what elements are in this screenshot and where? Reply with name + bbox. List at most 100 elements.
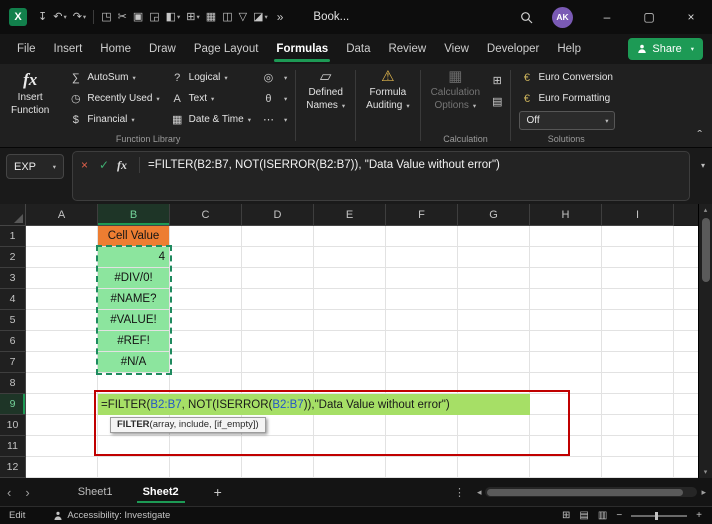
cell-e12[interactable] xyxy=(314,457,386,478)
solutions-dropdown[interactable]: Off ▾ xyxy=(519,111,615,130)
cell-a11[interactable] xyxy=(26,436,98,457)
select-all-corner[interactable] xyxy=(0,204,26,226)
cell-d8[interactable] xyxy=(242,373,314,394)
row-header-11[interactable]: 11 xyxy=(0,436,26,457)
cell-a7[interactable] xyxy=(26,352,98,373)
share-button[interactable]: Share ▾ xyxy=(628,38,703,60)
cell-i9[interactable] xyxy=(602,394,674,415)
cell-g6[interactable] xyxy=(458,331,530,352)
text-button[interactable]: AText▾ xyxy=(165,88,256,109)
financial-button[interactable]: $Financial▾ xyxy=(63,109,164,130)
cell-g11[interactable] xyxy=(458,436,530,457)
formula-bar-expand-icon[interactable]: ▾ xyxy=(701,161,705,170)
redo-button[interactable]: ↷▾ xyxy=(70,5,89,29)
cell-h11[interactable] xyxy=(530,436,602,457)
tab-formulas[interactable]: Formulas xyxy=(267,34,337,64)
cell-d1[interactable] xyxy=(242,226,314,247)
cell-b8[interactable] xyxy=(98,373,170,394)
cell-e5[interactable] xyxy=(314,310,386,331)
tab-page-layout[interactable]: Page Layout xyxy=(185,34,268,64)
close-button[interactable]: × xyxy=(670,0,712,34)
cell-h6[interactable] xyxy=(530,331,602,352)
cell-b3[interactable]: #DIV/0! xyxy=(98,268,170,289)
borders-button[interactable]: ⊞▾ xyxy=(183,5,202,29)
cell-g2[interactable] xyxy=(458,247,530,268)
autosum-button[interactable]: ∑AutoSum▾ xyxy=(63,67,164,88)
filter-button[interactable]: ▽ xyxy=(236,5,250,29)
cell-c7[interactable] xyxy=(170,352,242,373)
cell-i8[interactable] xyxy=(602,373,674,394)
row-header-7[interactable]: 7 xyxy=(0,352,26,373)
sheet-options-icon[interactable]: ⋮ xyxy=(446,486,473,499)
column-header-b[interactable]: B xyxy=(98,204,170,226)
cell-h1[interactable] xyxy=(530,226,602,247)
cell-c6[interactable] xyxy=(170,331,242,352)
maximize-button[interactable]: ▢ xyxy=(628,0,670,34)
cell-a5[interactable] xyxy=(26,310,98,331)
cell-i12[interactable] xyxy=(602,457,674,478)
cell-g5[interactable] xyxy=(458,310,530,331)
cell-i7[interactable] xyxy=(602,352,674,373)
cell-d12[interactable] xyxy=(242,457,314,478)
euro-conversion-button[interactable]: €Euro Conversion xyxy=(514,67,617,88)
sheet-tab-sheet1[interactable]: Sheet1 xyxy=(63,478,128,506)
save-button[interactable]: ↧ xyxy=(35,5,50,29)
cell-d11[interactable] xyxy=(242,436,314,457)
lookup-reference-button[interactable]: ◎▾ xyxy=(256,67,292,88)
cell-d5[interactable] xyxy=(242,310,314,331)
horizontal-scrollbar[interactable]: ◂ ▸ xyxy=(473,487,710,498)
page-break-view-button[interactable]: ▥ xyxy=(598,510,607,521)
search-icon[interactable] xyxy=(513,4,539,30)
tab-review[interactable]: Review xyxy=(379,34,435,64)
scroll-down-icon[interactable]: ▾ xyxy=(704,466,708,478)
enter-icon[interactable]: ✓ xyxy=(99,158,117,172)
cell-a2[interactable] xyxy=(26,247,98,268)
cell-a8[interactable] xyxy=(26,373,98,394)
cell-g1[interactable] xyxy=(458,226,530,247)
cell-c1[interactable] xyxy=(170,226,242,247)
cell-c11[interactable] xyxy=(170,436,242,457)
scroll-right-icon[interactable]: ▸ xyxy=(697,487,710,498)
calculate-now-button[interactable]: ⊞ xyxy=(492,74,502,87)
date-time-button[interactable]: ▦Date & Time▾ xyxy=(165,109,256,130)
freeze-panes-button[interactable]: ◫ xyxy=(219,5,235,29)
name-box[interactable]: EXP ▾ xyxy=(6,154,64,179)
cell-f2[interactable] xyxy=(386,247,458,268)
cell-b11[interactable] xyxy=(98,436,170,457)
zoom-in-button[interactable]: + xyxy=(696,510,702,521)
cell-e3[interactable] xyxy=(314,268,386,289)
row-header-5[interactable]: 5 xyxy=(0,310,26,331)
cell-e4[interactable] xyxy=(314,289,386,310)
calculation-options-button[interactable]: ▦ Calculation Options▾ xyxy=(424,64,487,112)
cell-i11[interactable] xyxy=(602,436,674,457)
fill-color-button[interactable]: ◧▾ xyxy=(163,5,184,29)
cell-e2[interactable] xyxy=(314,247,386,268)
cell-f5[interactable] xyxy=(386,310,458,331)
format-painter-button[interactable]: ◲ xyxy=(146,5,162,29)
logical-button[interactable]: ?Logical▾ xyxy=(165,67,256,88)
cell-c2[interactable] xyxy=(170,247,242,268)
sheet-tab-sheet2[interactable]: Sheet2 xyxy=(128,478,194,506)
tab-insert[interactable]: Insert xyxy=(45,34,92,64)
cell-a9[interactable] xyxy=(26,394,98,415)
cell-h10[interactable] xyxy=(530,415,602,436)
zoom-out-button[interactable]: − xyxy=(616,510,622,521)
cell-a3[interactable] xyxy=(26,268,98,289)
cell-i4[interactable] xyxy=(602,289,674,310)
accessibility-checker[interactable]: Accessibility: Investigate xyxy=(53,510,170,521)
recently-used-button[interactable]: ◷Recently Used▾ xyxy=(63,88,164,109)
tab-developer[interactable]: Developer xyxy=(478,34,548,64)
tab-home[interactable]: Home xyxy=(91,34,140,64)
cell-f8[interactable] xyxy=(386,373,458,394)
cell-h3[interactable] xyxy=(530,268,602,289)
cell-g3[interactable] xyxy=(458,268,530,289)
horizontal-scrollbar-track[interactable] xyxy=(485,487,697,497)
new-sheet-button[interactable]: + xyxy=(214,484,222,500)
tab-help[interactable]: Help xyxy=(548,34,590,64)
undo-button[interactable]: ↶▾ xyxy=(50,5,69,29)
tab-data[interactable]: Data xyxy=(337,34,379,64)
cell-mode-indicator[interactable]: Edit xyxy=(9,510,25,521)
cell-a10[interactable] xyxy=(26,415,98,436)
cell-f4[interactable] xyxy=(386,289,458,310)
row-header-4[interactable]: 4 xyxy=(0,289,26,310)
